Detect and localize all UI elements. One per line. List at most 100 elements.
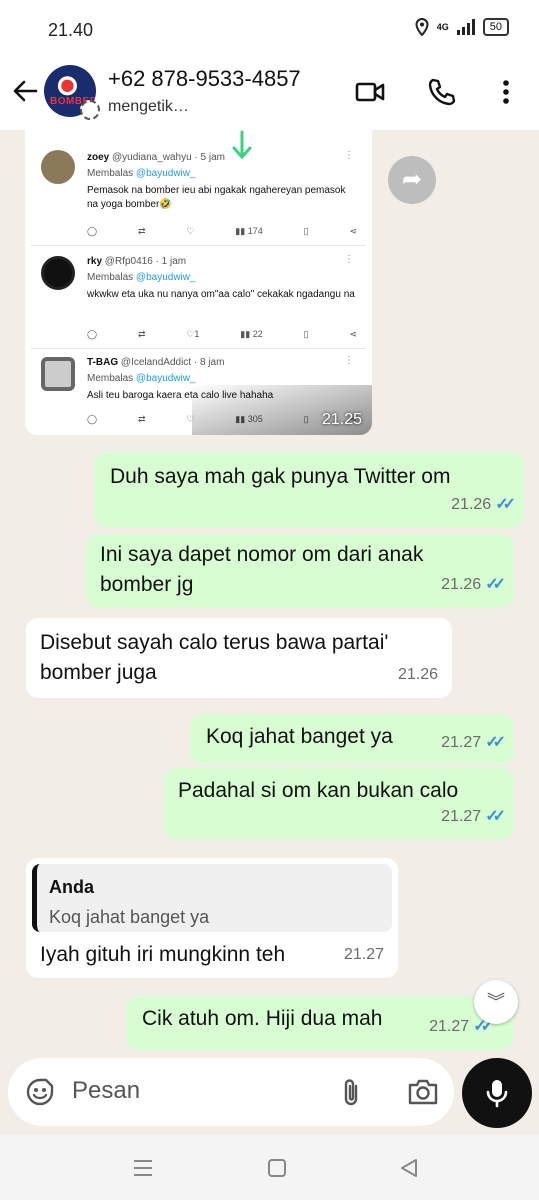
- status-update-icon[interactable]: [80, 100, 100, 120]
- tweet-card: rky @Rfp0416 · 1 jam ⋮ Membalas @bayudwi…: [31, 246, 366, 349]
- voice-message-button[interactable]: [462, 1058, 532, 1128]
- attach-icon[interactable]: [338, 1076, 366, 1108]
- tweet-views: 174: [247, 226, 263, 236]
- message-bubble[interactable]: Disebut sayah calo terus bawa partai' bo…: [26, 618, 452, 698]
- message-bubble[interactable]: Padahal si om kan bukan calo 21.27 ✓✓: [164, 768, 514, 840]
- scroll-down-icon[interactable]: ︾: [474, 980, 518, 1024]
- home-icon[interactable]: [264, 1155, 290, 1181]
- tweet-author: zoey: [87, 152, 110, 163]
- message-text: Ini saya dapet nomor om dari anak bomber…: [100, 543, 424, 596]
- tweet-views: 22: [252, 329, 263, 339]
- battery-icon: 50: [482, 18, 509, 36]
- message-time: 21.25: [321, 411, 362, 428]
- message-text: Duh saya mah gak punya Twitter om: [110, 465, 451, 488]
- reply-icon: ◯: [87, 414, 98, 424]
- message-time: 21.27: [343, 946, 384, 963]
- retweet-icon: ⇄: [137, 226, 146, 236]
- tweet-actions: ◯ ⇄ ♡ ▮▮ 174 ▯ ⋖: [87, 226, 357, 237]
- message-text: Iyah gituh iri mungkinn teh: [40, 943, 286, 966]
- share-icon: ⋖: [349, 329, 357, 339]
- tweet-more-icon: ⋮: [344, 254, 354, 265]
- status-icons: 4G 50: [415, 18, 509, 36]
- chat-header: BOMBER +62 878-9533-4857 mengetik…: [0, 60, 539, 130]
- tweet-text: wkwkw eta uka nu nanya om"aa calo" cekak…: [87, 289, 355, 300]
- recent-apps-icon[interactable]: [130, 1155, 156, 1181]
- views-icon: ▮▮ 174: [235, 226, 263, 236]
- message-text: Disebut sayah calo terus bawa partai' bo…: [40, 631, 389, 684]
- retweet-icon: ⇄: [137, 414, 146, 424]
- system-nav-bar: [0, 1135, 539, 1200]
- read-ticks-icon: ✓✓: [485, 576, 506, 593]
- emoji-icon[interactable]: [24, 1076, 56, 1108]
- tweet-likes: 1: [194, 329, 200, 339]
- network-label: 4G: [436, 22, 449, 32]
- back-nav-icon[interactable]: [396, 1155, 422, 1181]
- more-options-icon[interactable]: [490, 76, 522, 108]
- message-time: 21.26: [441, 576, 482, 593]
- microphone-icon: [486, 1080, 508, 1108]
- message-text: Padahal si om kan bukan calo: [178, 779, 459, 802]
- message-bubble[interactable]: Anda Koq jahat banget ya Iyah gituh iri …: [26, 858, 398, 978]
- message-bubble[interactable]: Ini saya dapet nomor om dari anak bomber…: [86, 534, 514, 608]
- message-time: 21.26: [451, 496, 492, 513]
- message-input[interactable]: Pesan: [72, 1077, 140, 1105]
- green-arrow-icon: [232, 130, 252, 160]
- message-time: 21.27: [429, 1018, 470, 1035]
- tweet-avatar: [41, 357, 75, 391]
- typing-status: mengetik…: [108, 98, 189, 115]
- message-time: 21.27: [441, 808, 482, 825]
- tweet-reply-label: Membalas: [87, 373, 134, 384]
- reply-icon: ◯: [87, 226, 98, 236]
- tweet-author: rky: [87, 256, 103, 267]
- tweet-card: zoey @yudiana_wahyu · 5 jam ⋮ Membalas @…: [31, 130, 366, 246]
- tweet-reply-to: @bayudwiw_: [135, 373, 196, 384]
- quoted-message[interactable]: Anda Koq jahat banget ya: [32, 864, 392, 932]
- like-icon: ♡: [186, 226, 195, 236]
- tweet-actions: ◯ ⇄ ♡1 ▮▮ 22 ▯ ⋖: [87, 329, 357, 340]
- retweet-icon: ⇄: [137, 329, 146, 339]
- contact-name[interactable]: +62 878-9533-4857: [108, 66, 301, 92]
- read-ticks-icon: ✓✓: [495, 496, 516, 513]
- message-text: Cik atuh om. Hiji dua mah: [142, 1007, 383, 1030]
- tweet-avatar: [41, 150, 75, 184]
- status-time: 21.40: [48, 20, 94, 40]
- read-ticks-icon: ✓✓: [485, 734, 506, 751]
- message-time: 21.27: [441, 734, 482, 751]
- tweet-handle: @yudiana_wahyu · 5 jam: [112, 152, 226, 163]
- tweet-more-icon: ⋮: [344, 355, 354, 366]
- read-ticks-icon: ✓✓: [485, 808, 506, 825]
- message-bubble[interactable]: Duh saya mah gak punya Twitter om 21.26 ✓…: [94, 452, 524, 528]
- bookmark-icon: ▯: [303, 329, 309, 339]
- voice-call-icon[interactable]: [426, 76, 458, 108]
- tweet-author: T-BAG: [87, 357, 119, 368]
- tweet-reply-label: Membalas: [87, 168, 134, 179]
- message-bubble[interactable]: Koq jahat banget ya 21.27 ✓✓: [190, 714, 514, 764]
- chat-area[interactable]: zoey @yudiana_wahyu · 5 jam ⋮ Membalas @…: [0, 130, 539, 1050]
- message-text: Koq jahat banget ya: [206, 725, 393, 748]
- tweet-more-icon: ⋮: [344, 150, 354, 161]
- message-time: 21.26: [397, 666, 438, 683]
- tweet-handle: @IcelandAddict · 8 jam: [120, 357, 225, 368]
- message-bubble[interactable]: Cik atuh om. Hiji dua mah 21.27 ✓✓: [126, 996, 514, 1050]
- status-bar: 21.40 4G 50: [0, 0, 539, 60]
- signal-icon: [456, 19, 475, 35]
- views-icon: ▮▮ 22: [240, 329, 263, 339]
- tweet-avatar: [41, 256, 75, 290]
- tweet-handle: @Rfp0416 · 1 jam: [104, 256, 187, 267]
- back-arrow-icon[interactable]: [10, 76, 40, 106]
- tweet-reply-to: @bayudwiw_: [135, 168, 196, 179]
- tweet-reply-label: Membalas: [87, 272, 134, 283]
- video-call-icon[interactable]: [354, 76, 386, 108]
- like-icon: ♡1: [186, 329, 200, 339]
- bookmark-icon: ▯: [303, 226, 309, 236]
- image-message[interactable]: zoey @yudiana_wahyu · 5 jam ⋮ Membalas @…: [25, 130, 372, 435]
- camera-icon[interactable]: [406, 1076, 440, 1108]
- location-icon: [415, 18, 429, 36]
- reply-icon: ◯: [87, 329, 98, 339]
- quote-author: Anda: [49, 877, 94, 897]
- forward-icon[interactable]: ➦: [388, 156, 436, 204]
- message-input-bar[interactable]: Pesan: [8, 1058, 454, 1126]
- quote-text: Koq jahat banget ya: [49, 907, 210, 927]
- tweet-reply-to: @bayudwiw_: [135, 272, 196, 283]
- tweet-text: Pemasok na bomber ieu abi ngakak ngahere…: [87, 185, 346, 210]
